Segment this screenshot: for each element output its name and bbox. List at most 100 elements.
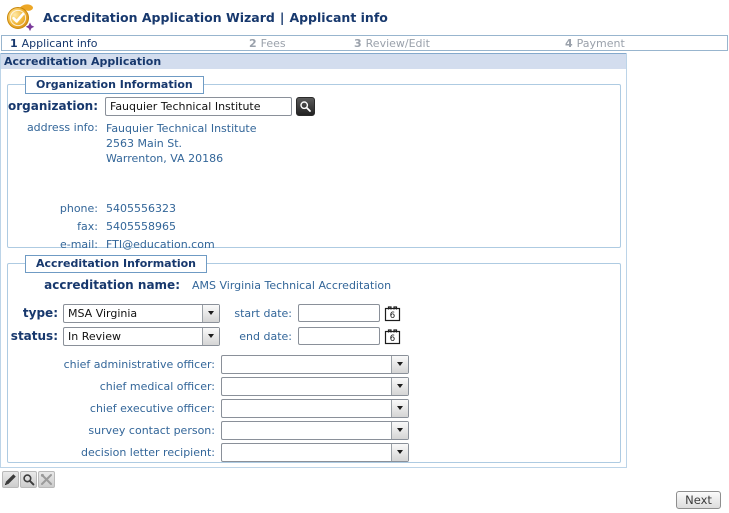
address-line: 2563 Main St. — [106, 137, 183, 150]
step-number: 2 — [249, 36, 257, 50]
organization-input[interactable] — [105, 97, 292, 116]
organization-row: organization: — [8, 97, 620, 116]
email-label: e-mail: — [59, 237, 98, 251]
accreditation-information-section: Accreditation Information accreditation … — [7, 255, 621, 463]
end-date-input[interactable] — [298, 327, 380, 345]
organization-information-legend: Organization Information — [25, 76, 204, 94]
phone-row: phone: 5405556323 — [8, 199, 620, 217]
type-dropdown-value: MSA Virginia — [68, 306, 138, 320]
email-value: FTI@education.com — [106, 237, 215, 251]
end-date-calendar-button[interactable]: 6 — [384, 328, 401, 345]
chevron-down-icon — [391, 355, 408, 373]
magnifier-icon — [22, 473, 35, 486]
decision-letter-recipient-label: decision letter recipient: — [80, 445, 215, 459]
accreditation-name-label: accreditation name: — [44, 278, 180, 292]
step-applicant-info[interactable]: 1 Applicant info — [2, 37, 241, 50]
email-row: e-mail: FTI@education.com — [8, 235, 620, 253]
organization-label: organization: — [8, 99, 99, 113]
step-number: 1 — [10, 36, 18, 50]
step-label: Fees — [260, 36, 286, 50]
address-line: Warrenton, VA 20186 — [106, 152, 224, 165]
wizard-title: Accreditation Application Wizard — [43, 9, 275, 25]
wizard-steps-bar: 1 Applicant info 2 Fees 3 Review/Edit 4 Paym… — [1, 35, 728, 51]
accreditation-name-row: accreditation name: AMS Virginia Technic… — [8, 278, 620, 292]
chevron-down-icon — [391, 443, 408, 461]
type-dropdown[interactable]: MSA Virginia — [63, 303, 220, 323]
organization-search-button[interactable] — [296, 97, 315, 116]
chief-medical-officer-dropdown[interactable] — [221, 376, 409, 396]
chevron-down-icon — [391, 421, 408, 439]
edit-pencil-icon — [4, 473, 17, 486]
start-date-calendar-button[interactable]: 6 — [384, 305, 401, 322]
chevron-down-icon — [202, 327, 219, 345]
step-payment[interactable]: 4 Payment — [557, 37, 727, 50]
step-number: 4 — [565, 36, 573, 50]
status-row: status: In Review end date: 6 — [8, 326, 620, 346]
step-label: Payment — [576, 36, 625, 50]
status-label: status: — [10, 329, 58, 343]
step-label: Review/Edit — [365, 36, 430, 50]
fax-row: fax: 5405558965 — [8, 217, 620, 235]
address-info-row: address info: Fauquier Technical Institu… — [8, 118, 620, 166]
decision-letter-recipient-row: decision letter recipient: — [8, 441, 620, 463]
step-fees[interactable]: 2 Fees — [241, 37, 346, 50]
status-dropdown-value: In Review — [68, 329, 121, 343]
end-date-label: end date: — [239, 329, 292, 343]
tools-icon — [40, 473, 53, 486]
chevron-down-icon — [391, 399, 408, 417]
panel-title-band: Accreditation Application — [1, 53, 626, 69]
fax-value: 5405558965 — [106, 219, 176, 233]
title-separator: | — [279, 9, 285, 25]
tools-button[interactable] — [38, 471, 55, 488]
status-dropdown[interactable]: In Review — [63, 326, 220, 346]
step-review-edit[interactable]: 3 Review/Edit — [346, 37, 557, 50]
chief-administrative-officer-row: chief administrative officer: — [8, 353, 620, 375]
accreditation-information-legend: Accreditation Information — [25, 255, 208, 273]
accreditation-name-value: AMS Virginia Technical Accreditation — [192, 279, 392, 292]
chevron-down-icon — [202, 304, 219, 322]
fax-label: fax: — [77, 219, 98, 233]
wizard-badge-icon — [6, 3, 36, 32]
magnifier-icon — [299, 100, 312, 113]
chief-administrative-officer-dropdown[interactable] — [221, 354, 409, 374]
phone-label: phone: — [59, 201, 98, 215]
current-step-title: Applicant info — [289, 9, 388, 25]
chief-executive-officer-label: chief executive officer: — [89, 401, 215, 415]
officer-fields: chief administrative officer: chief medi… — [8, 353, 620, 463]
accreditation-application-panel: Accreditation Application Organization I… — [0, 53, 627, 468]
edit-button[interactable] — [2, 471, 19, 488]
calendar-icon: 6 — [384, 305, 401, 321]
step-label: Applicant info — [21, 36, 98, 50]
address-info-label: address info: — [26, 121, 98, 134]
type-label: type: — [22, 306, 58, 320]
next-button[interactable]: Next — [676, 491, 721, 509]
decision-letter-recipient-dropdown[interactable] — [221, 442, 409, 462]
type-row: type: MSA Virginia start date: 6 — [8, 303, 620, 323]
organization-information-section: Organization Information organization: a… — [7, 76, 621, 251]
survey-contact-person-label: survey contact person: — [88, 423, 215, 437]
chief-administrative-officer-label: chief administrative officer: — [63, 357, 215, 371]
phone-value: 5405556323 — [106, 201, 176, 215]
record-toolbar — [2, 471, 729, 488]
contact-block: phone: 5405556323 fax: 5405558965 e-mail… — [8, 199, 620, 253]
calendar-icon: 6 — [384, 328, 401, 344]
calendar-day: 6 — [390, 311, 395, 321]
page-title: Accreditation Application Wizard | Applica… — [43, 10, 388, 25]
address-info-value: Fauquier Technical Institute 2563 Main S… — [106, 118, 257, 166]
accreditation-wizard-page: Accreditation Application Wizard | Applica… — [0, 0, 729, 513]
chief-medical-officer-label: chief medical officer: — [99, 379, 215, 393]
chief-medical-officer-row: chief medical officer: — [8, 375, 620, 397]
address-line: Fauquier Technical Institute — [106, 122, 257, 135]
view-zoom-button[interactable] — [20, 471, 37, 488]
chevron-down-icon — [391, 377, 408, 395]
app-header: Accreditation Application Wizard | Applica… — [0, 0, 729, 33]
chief-executive-officer-dropdown[interactable] — [221, 398, 409, 418]
survey-contact-person-dropdown[interactable] — [221, 420, 409, 440]
panel-title: Accreditation Application — [4, 55, 162, 68]
calendar-day: 6 — [390, 334, 395, 344]
step-number: 3 — [354, 36, 362, 50]
survey-contact-person-row: survey contact person: — [8, 419, 620, 441]
chief-executive-officer-row: chief executive officer: — [8, 397, 620, 419]
start-date-label: start date: — [234, 306, 292, 320]
start-date-input[interactable] — [298, 304, 380, 322]
